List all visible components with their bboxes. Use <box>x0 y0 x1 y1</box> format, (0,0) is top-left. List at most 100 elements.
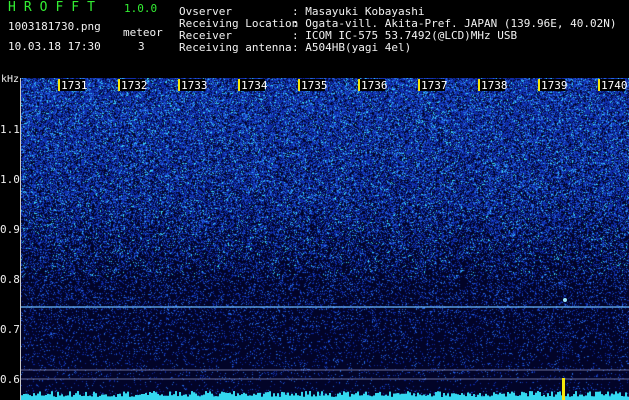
baseline-bar <box>499 392 501 400</box>
minute-tick <box>118 79 120 91</box>
baseline-bar <box>227 392 229 400</box>
minute-label: 1740 <box>601 79 628 92</box>
minute-label: 1739 <box>541 79 568 92</box>
baseline-bar <box>359 395 361 400</box>
baseline-bar <box>395 393 397 400</box>
baseline-bar <box>71 396 73 400</box>
baseline-bar <box>555 394 557 400</box>
baseline-bar <box>119 393 121 400</box>
minute-tick <box>178 79 180 91</box>
baseline-bar <box>377 392 379 400</box>
y-tick-1-0: 1.0 <box>0 173 20 186</box>
baseline-bar <box>283 392 285 400</box>
image-filename: 1003181730.png <box>8 20 101 33</box>
record-datetime: 10.03.18 17:30 <box>8 40 101 53</box>
baseline-bar <box>171 395 173 400</box>
baseline-bar <box>467 392 469 400</box>
baseline-bar <box>75 393 77 400</box>
baseline-bar <box>383 395 385 400</box>
baseline-bar <box>27 394 29 400</box>
baseline-bar <box>379 392 381 400</box>
baseline-bar <box>573 394 575 400</box>
baseline-bar <box>155 392 157 400</box>
minute-label: 1732 <box>121 79 148 92</box>
y-tick-0-6: 0.6 <box>0 373 20 386</box>
baseline-bar <box>357 391 359 400</box>
baseline-bar <box>581 394 583 400</box>
baseline-bar <box>199 396 201 400</box>
app-version: 1.0.0 <box>124 2 158 15</box>
baseline-bar <box>247 395 249 400</box>
baseline-bar <box>365 391 367 400</box>
baseline-bar <box>411 395 413 400</box>
baseline-bar <box>53 396 55 400</box>
baseline-bar <box>525 393 527 400</box>
baseline-bar <box>95 393 97 400</box>
baseline-bar <box>185 394 187 400</box>
baseline-bar <box>305 391 307 400</box>
baseline-bar <box>523 392 525 400</box>
baseline-bar <box>229 392 231 400</box>
baseline-bar <box>413 393 415 400</box>
baseline-bar <box>457 394 459 400</box>
baseline-bar <box>493 392 495 400</box>
baseline-bar <box>31 396 33 400</box>
baseline-bar <box>249 395 251 400</box>
baseline-bar <box>137 395 139 400</box>
baseline-bar <box>587 392 589 400</box>
app-brand: HROFFT <box>8 0 103 15</box>
baseline-bar <box>425 395 427 400</box>
baseline-bar <box>579 394 581 400</box>
baseline-bar <box>447 393 449 400</box>
baseline-bar <box>151 392 153 400</box>
baseline-bar <box>319 395 321 400</box>
meteor-label: meteor <box>123 26 163 39</box>
baseline-bar <box>615 391 617 400</box>
baseline-bar <box>507 392 509 400</box>
baseline-bar <box>387 395 389 400</box>
minute-tick <box>418 79 420 91</box>
baseline-bar <box>607 391 609 400</box>
minute-tick <box>598 79 600 91</box>
baseline-bar <box>311 396 313 400</box>
minute-tick <box>58 79 60 91</box>
baseline-bar <box>373 395 375 400</box>
baseline-bar <box>461 393 463 400</box>
baseline-bar <box>39 391 41 400</box>
antenna-label: Receiving antenna <box>179 41 292 54</box>
baseline-bar <box>85 391 87 400</box>
baseline-bar <box>301 391 303 400</box>
baseline-bar <box>61 394 63 400</box>
baseline-bar <box>315 396 317 400</box>
baseline-bar <box>331 396 333 400</box>
baseline-bar <box>611 393 613 400</box>
baseline-bar <box>139 394 141 400</box>
baseline-bar <box>309 391 311 400</box>
meteor-count: 3 <box>138 40 145 53</box>
baseline-bar <box>595 391 597 400</box>
baseline-bar <box>105 394 107 400</box>
baseline-bar <box>347 391 349 400</box>
baseline-bar <box>477 394 479 400</box>
baseline-bar <box>187 396 189 400</box>
baseline-bar <box>317 391 319 400</box>
baseline-bar <box>143 393 145 400</box>
baseline-bar <box>179 391 181 400</box>
baseline-bar <box>243 392 245 400</box>
baseline-bar <box>589 391 591 400</box>
baseline-bar <box>45 394 47 400</box>
baseline-bar <box>601 394 603 400</box>
y-unit-label: kHz <box>1 74 20 85</box>
baseline-bar <box>619 392 621 400</box>
baseline-bar <box>559 391 561 400</box>
baseline-bar <box>251 395 253 400</box>
baseline-bar <box>465 396 467 400</box>
baseline-bar <box>277 393 279 400</box>
baseline-bar <box>273 393 275 400</box>
baseline-bar <box>213 396 215 400</box>
y-tick-0-8: 0.8 <box>0 273 20 286</box>
baseline-bar <box>517 395 519 400</box>
baseline-bar <box>73 395 75 400</box>
baseline-bar <box>375 393 377 400</box>
baseline-bar <box>355 393 357 400</box>
